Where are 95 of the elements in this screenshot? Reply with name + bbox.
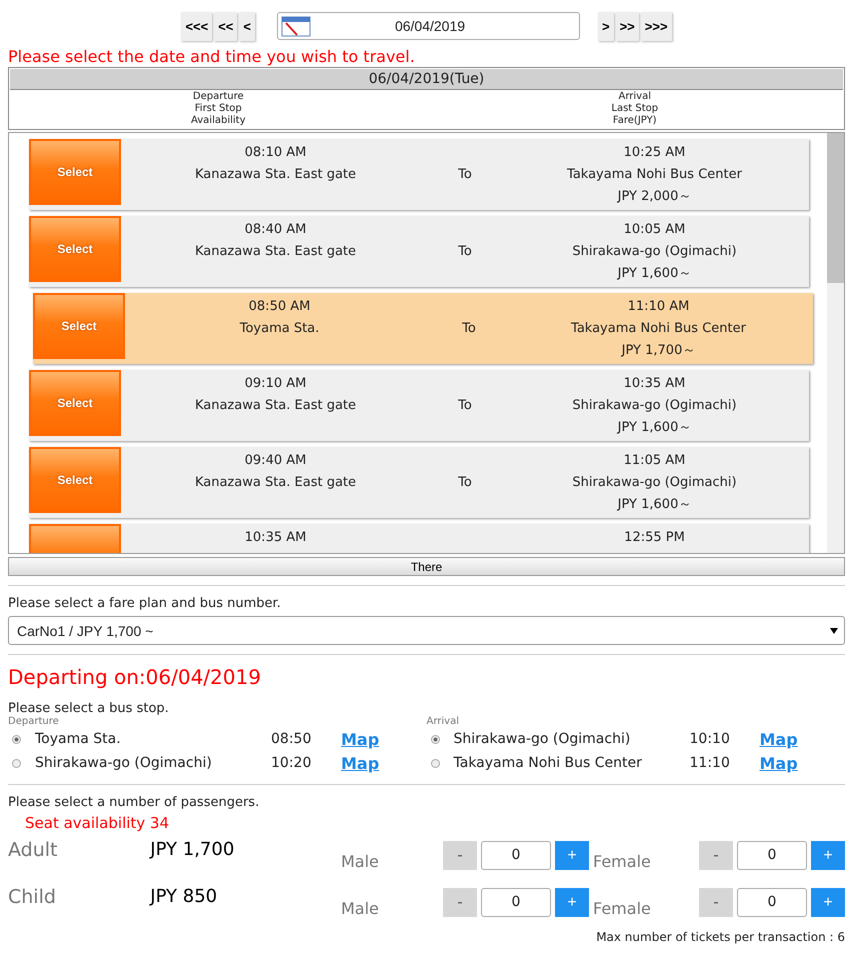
gender-label: Female xyxy=(593,851,652,871)
map-link[interactable]: Map xyxy=(341,730,380,748)
price-text: JPY 850 xyxy=(150,886,218,907)
previous-button[interactable]: < xyxy=(239,12,255,40)
arrival-stop: Takayama Nohi Bus Center xyxy=(567,167,742,183)
map-link[interactable]: Map xyxy=(341,754,380,772)
departure-time: 08:50 AM xyxy=(248,299,310,315)
arrival-time: 11:10 AM xyxy=(628,299,690,315)
next-button[interactable]: >> xyxy=(616,12,639,40)
scrollbar[interactable] xyxy=(827,133,844,553)
trip-row[interactable]: Select 09:40 AM Kanazawa Sta. East gate To 11:05 AM Shirakawa-go (Ogimachi) JPY 1,600～ xyxy=(29,447,809,518)
count-field[interactable]: 0 xyxy=(737,841,807,870)
scrollbar-thumb[interactable] xyxy=(827,133,844,283)
departure-time: 09:40 AM xyxy=(244,453,306,469)
departure-stop: Kanazawa Sta. East gate xyxy=(194,167,356,183)
map-link[interactable]: Map xyxy=(760,754,798,772)
price-text: JPY 1,700 xyxy=(150,839,236,860)
max-tickets-note: Max number of tickets per transaction : 6 xyxy=(595,930,845,944)
arrival-time: 11:05 AM xyxy=(624,453,686,469)
dropdown-caret-icon xyxy=(830,628,838,634)
arrival-time: 10:35 AM xyxy=(624,376,686,392)
fare-plan-label: Please select a fare plan and bus number. xyxy=(8,596,282,611)
next-button[interactable]: >>> xyxy=(640,12,672,40)
date-header: 06/04/2019(Tue) xyxy=(10,69,843,89)
to-label: To xyxy=(458,244,472,259)
departure-time: 08:40 AM xyxy=(244,222,306,238)
count-field[interactable]: 0 xyxy=(737,888,807,917)
seat-availability: Seat availability 34 xyxy=(25,814,170,832)
next-button[interactable]: > xyxy=(598,12,614,40)
group-title: Departure xyxy=(8,716,60,727)
radio-button[interactable] xyxy=(430,758,440,768)
previous-button[interactable]: <<< xyxy=(181,12,212,40)
trip-row[interactable]: Select 08:50 AM Toyama Sta. To 11:10 AM Takayama Nohi Bus Center JPY 1,700～ xyxy=(33,293,813,364)
stop-name: Shirakawa-go (Ogimachi) xyxy=(35,755,213,771)
to-label: To xyxy=(458,475,472,490)
trip-row[interactable]: Select 08:10 AM Kanazawa Sta. East gate To 10:25 AM Takayama Nohi Bus Center JPY 2,000～ xyxy=(29,139,809,210)
to-label: To xyxy=(458,167,472,182)
stop-name: Toyama Sta. xyxy=(35,731,122,747)
to-label: To xyxy=(458,398,472,413)
arrival-stop: Shirakawa-go (Ogimachi) xyxy=(572,398,737,414)
passenger-type: Adult xyxy=(8,838,58,860)
arrival-stop: Shirakawa-go (Ogimachi) xyxy=(572,244,737,260)
stop-time: 11:10 xyxy=(690,755,731,771)
fare-text: JPY 1,600～ xyxy=(618,420,692,436)
count-field[interactable]: 0 xyxy=(481,888,551,917)
column-header: First Stop xyxy=(194,103,242,115)
column-header: Departure xyxy=(192,91,244,103)
stop-time: 08:50 xyxy=(271,731,312,747)
gender-label: Female xyxy=(593,898,652,918)
arrival-time: 10:05 AM xyxy=(624,222,686,238)
fare-text: JPY 1,700～ xyxy=(622,343,696,359)
arrival-stop: Takayama Nohi Bus Center xyxy=(571,321,746,337)
to-label: To xyxy=(462,321,476,336)
arrival-stop: Shirakawa-go (Ogimachi) xyxy=(572,475,737,491)
departure-time: 10:35 AM xyxy=(244,530,306,546)
trip-row[interactable]: Select 09:10 AM Kanazawa Sta. East gate To 10:35 AM Shirakawa-go (Ogimachi) JPY 1,600～ xyxy=(29,370,809,441)
stop-name: Takayama Nohi Bus Center xyxy=(454,755,643,771)
fare-plan-dropdown[interactable]: CarNo1 / JPY 1,700 ~ xyxy=(8,616,845,645)
calendar-icon xyxy=(281,15,311,37)
stop-name: Shirakawa-go (Ogimachi) xyxy=(454,731,632,747)
stop-time: 10:10 xyxy=(690,731,731,747)
instruction-text: Please select the date and time you wish to travel. xyxy=(8,47,416,66)
departure-time: 09:10 AM xyxy=(244,376,306,392)
departure-stop: Kanazawa Sta. East gate xyxy=(194,244,356,260)
radio-button[interactable] xyxy=(12,734,21,744)
bus-stop-label: Please select a bus stop. xyxy=(8,701,170,716)
departing-title: Departing on:06/04/2019 xyxy=(8,665,262,689)
column-header: Fare(JPY) xyxy=(612,115,657,127)
fare-text: JPY 1,600～ xyxy=(618,266,692,282)
date-field[interactable]: 06/04/2019 xyxy=(277,12,580,40)
count-field[interactable]: 0 xyxy=(481,841,551,870)
column-header: Last Stop xyxy=(611,103,658,115)
fare-text: JPY 1,600～ xyxy=(618,497,692,513)
departure-stop: Toyama Sta. xyxy=(240,321,320,337)
column-header: Arrival xyxy=(618,91,651,103)
gender-label: Male xyxy=(341,851,380,871)
fare-text: JPY 2,000～ xyxy=(618,189,692,205)
departure-stop: Kanazawa Sta. East gate xyxy=(194,475,356,491)
departure-time: 08:10 AM xyxy=(244,145,306,161)
group-title: Arrival xyxy=(426,716,460,727)
passenger-type: Child xyxy=(8,886,57,908)
gender-label: Male xyxy=(341,898,380,918)
radio-button[interactable] xyxy=(12,758,21,768)
passengers-label: Please select a number of passengers. xyxy=(8,795,260,810)
stop-time: 10:20 xyxy=(271,755,312,771)
arrival-time: 10:25 AM xyxy=(624,145,686,161)
map-link[interactable]: Map xyxy=(760,730,798,748)
arrival-time: 12:55 PM xyxy=(624,530,685,546)
departure-stop: Kanazawa Sta. East gate xyxy=(194,398,356,414)
radio-button[interactable] xyxy=(430,734,440,744)
column-header: Availability xyxy=(190,115,246,127)
trip-row[interactable]: 10:35 AM 12:55 PM xyxy=(29,524,809,553)
there-button[interactable]: There xyxy=(8,557,845,576)
trip-row[interactable]: Select 08:40 AM Kanazawa Sta. East gate To 10:05 AM Shirakawa-go (Ogimachi) JPY 1,600～ xyxy=(29,216,809,287)
previous-button[interactable]: << xyxy=(214,12,238,40)
